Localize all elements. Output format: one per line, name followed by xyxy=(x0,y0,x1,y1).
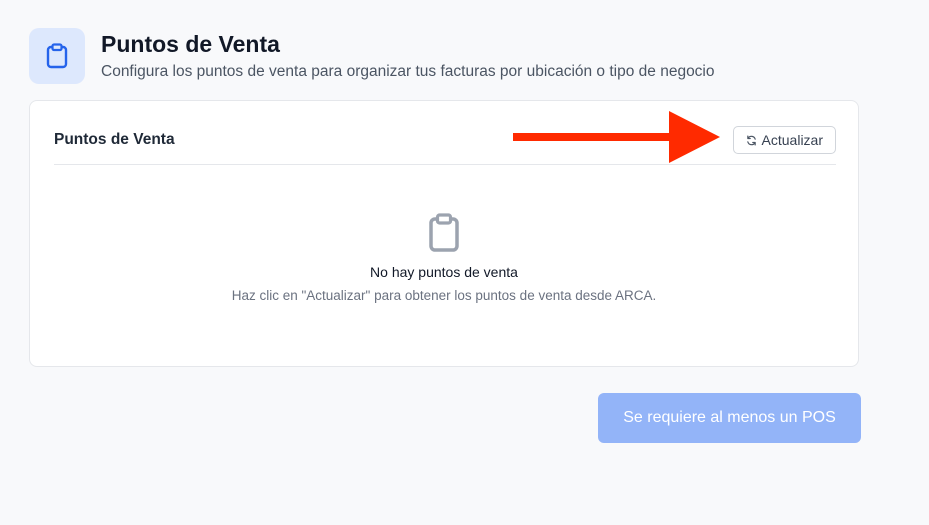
refresh-button-label: Actualizar xyxy=(761,132,823,148)
clipboard-icon xyxy=(428,213,460,253)
page: Puntos de Venta Configura los puntos de … xyxy=(0,0,929,525)
refresh-icon xyxy=(746,135,757,146)
card-title: Puntos de Venta xyxy=(54,131,175,148)
page-header: Puntos de Venta Configura los puntos de … xyxy=(29,28,715,84)
header-text: Puntos de Venta Configura los puntos de … xyxy=(101,28,715,82)
empty-state: No hay puntos de venta Haz clic en "Actu… xyxy=(30,213,858,303)
clipboard-icon xyxy=(29,28,85,84)
empty-state-description: Haz clic en "Actualizar" para obtener lo… xyxy=(231,288,657,303)
page-subtitle: Configura los puntos de venta para organ… xyxy=(101,63,715,80)
empty-state-title: No hay puntos de venta xyxy=(370,264,518,280)
points-of-sale-card: Puntos de Venta Actualizar No hay puntos… xyxy=(29,100,859,367)
page-title: Puntos de Venta xyxy=(101,31,280,57)
submit-button[interactable]: Se requiere al menos un POS xyxy=(598,393,861,443)
refresh-button[interactable]: Actualizar xyxy=(732,126,836,154)
card-header: Puntos de Venta Actualizar xyxy=(54,125,836,165)
